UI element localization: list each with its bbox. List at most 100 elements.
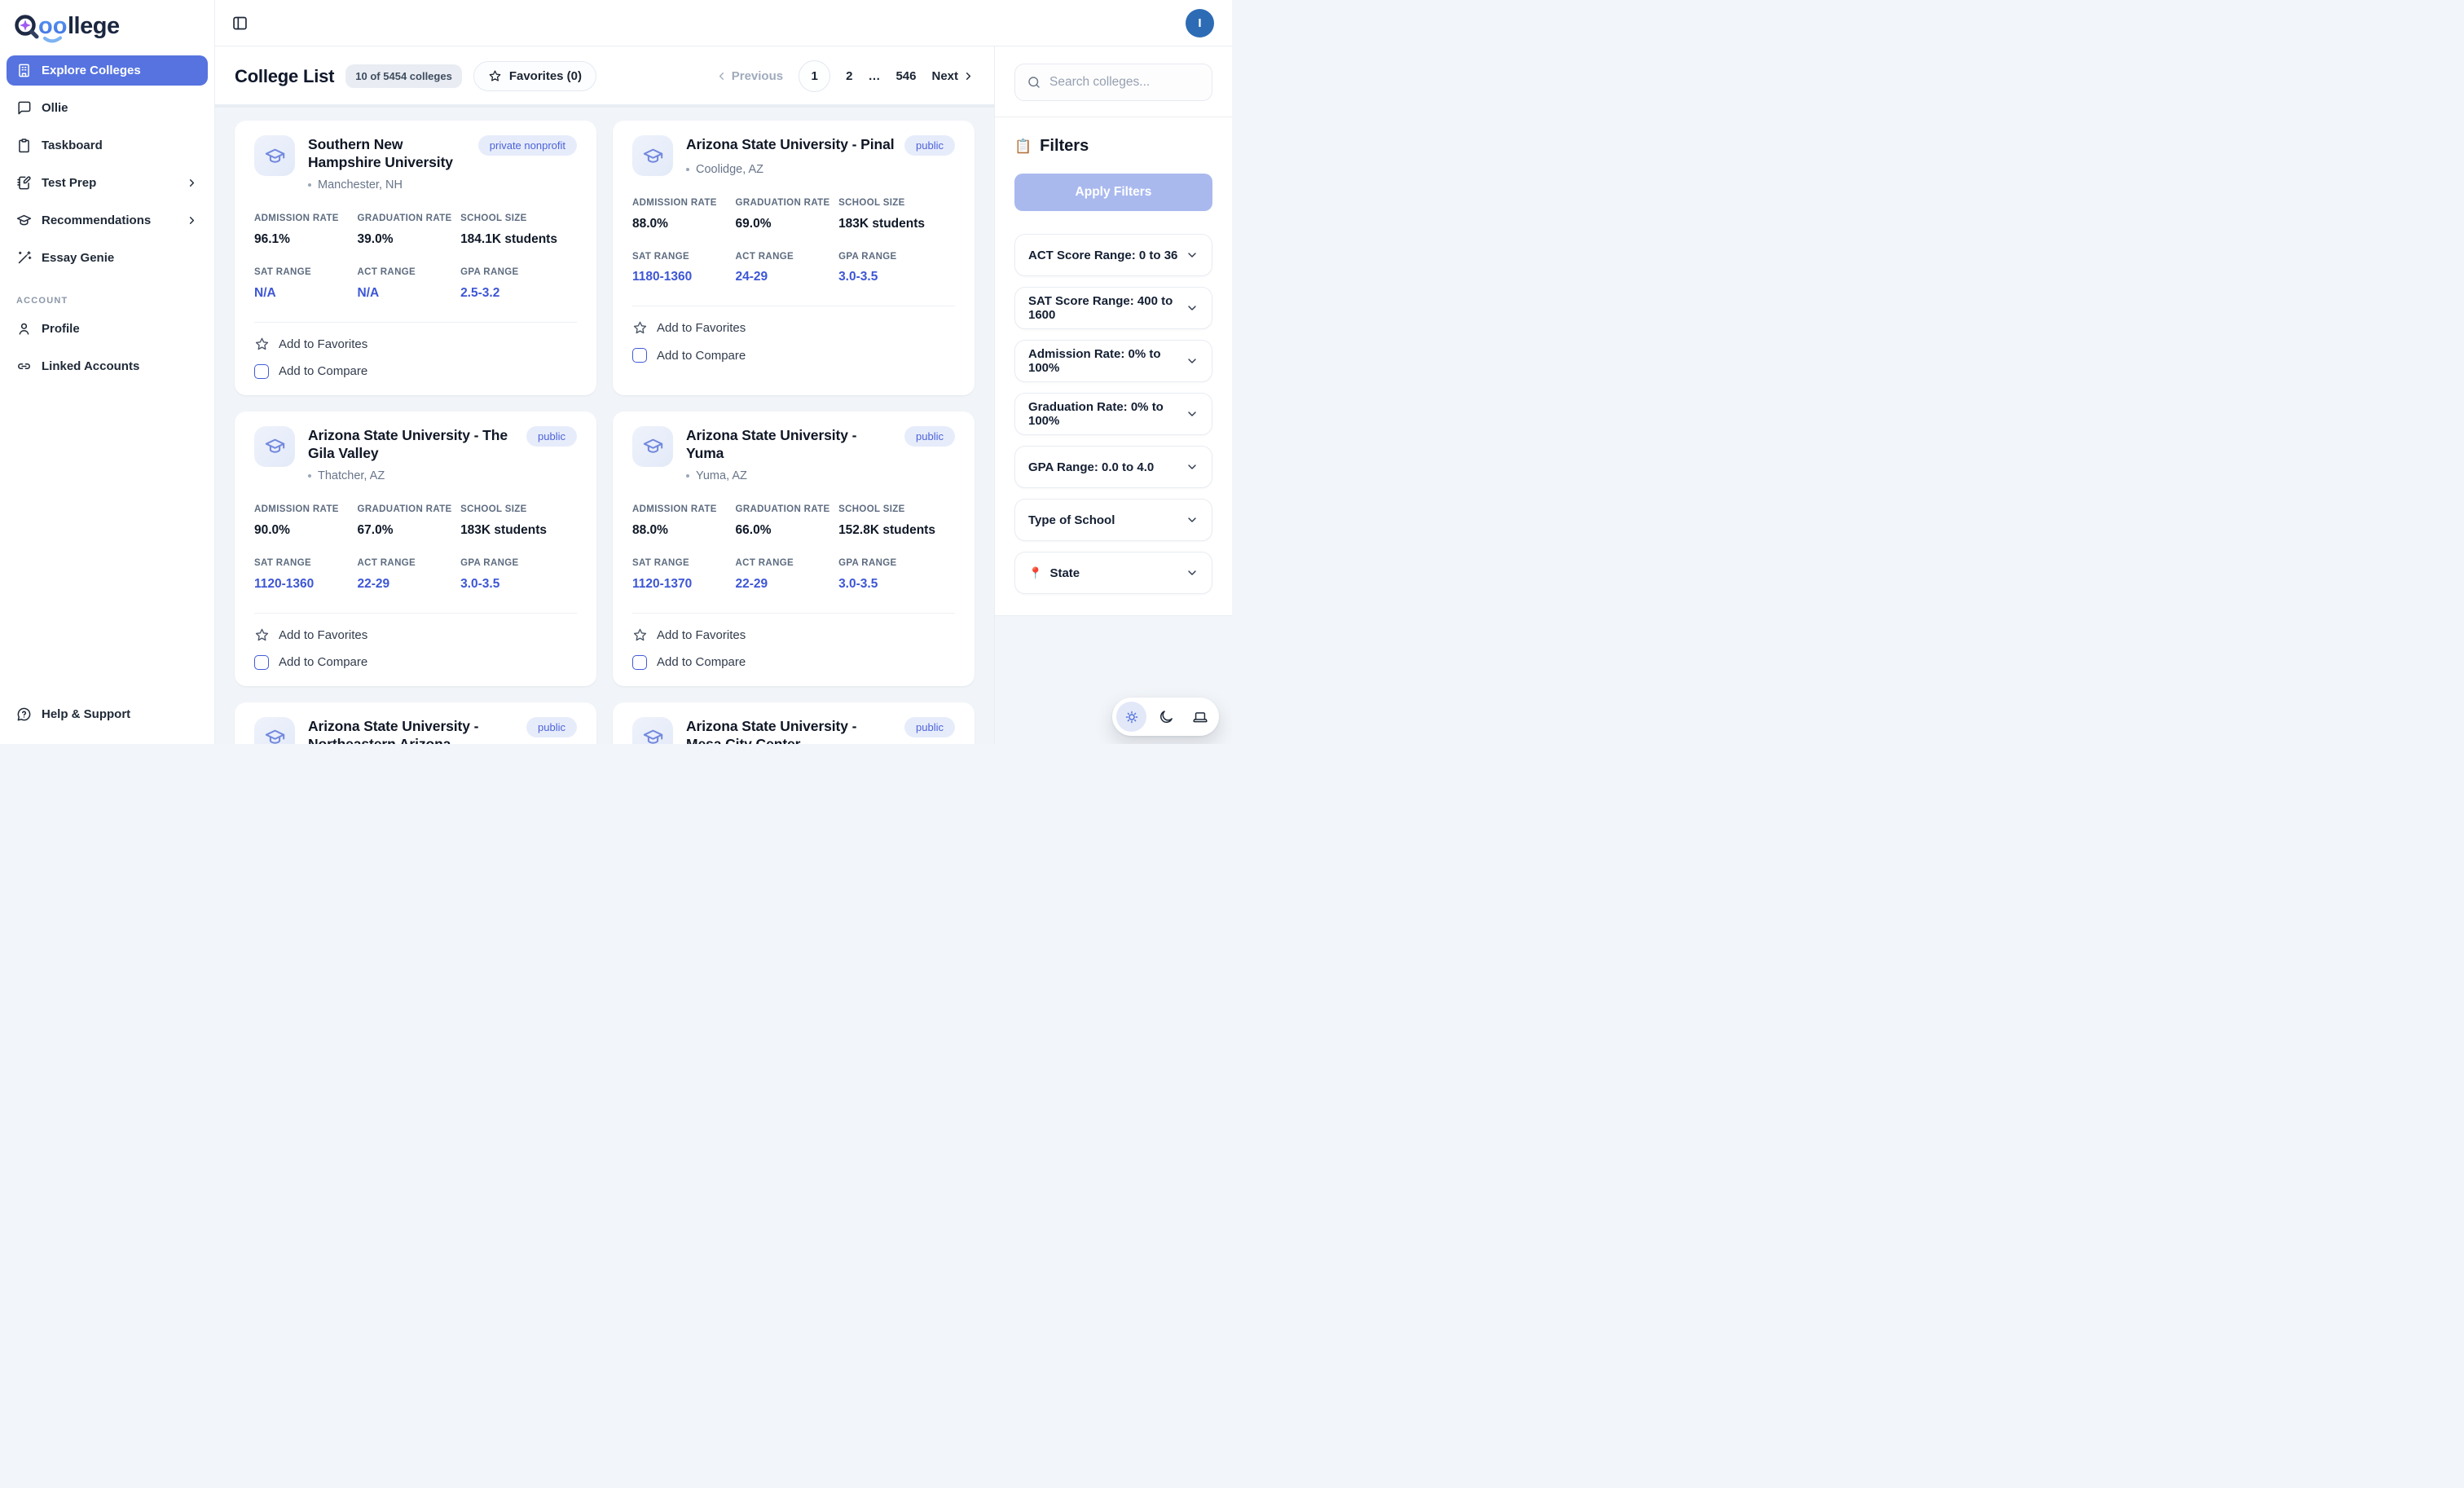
add-to-favorites-button[interactable]: Add to Favorites — [254, 627, 367, 643]
college-ranges-row: SAT RANGEN/A ACT RANGEN/A GPA RANGE2.5-3… — [254, 266, 577, 301]
add-to-favorites-button[interactable]: Add to Favorites — [632, 627, 746, 643]
college-cap-icon — [254, 426, 295, 467]
theme-toggle — [1112, 698, 1219, 736]
filter-label: Admission Rate: 0% to 100% — [1028, 347, 1186, 375]
filter-act-score-range[interactable]: ACT Score Range: 0 to 36 — [1014, 234, 1212, 276]
sidebar-item-explore-colleges[interactable]: Explore Colleges — [7, 55, 208, 86]
add-to-favorites-button[interactable]: Add to Favorites — [254, 337, 367, 352]
laptop-icon — [1192, 709, 1208, 725]
college-location-text: Yuma, AZ — [696, 469, 747, 482]
sidebar-item-ollie[interactable]: Ollie — [7, 93, 208, 123]
sidebar-item-label: Essay Genie — [42, 251, 114, 265]
chevron-down-icon — [1186, 513, 1199, 526]
star-icon — [632, 320, 648, 336]
star-icon — [254, 337, 270, 352]
college-type-badge: public — [904, 717, 955, 737]
sidebar-toggle-button[interactable] — [231, 15, 249, 32]
school-size-value: 183K students — [460, 523, 577, 538]
college-list-area: College List 10 of 5454 colleges Favorit… — [215, 46, 994, 744]
favorites-filter-button[interactable]: Favorites (0) — [473, 61, 596, 91]
college-name: Arizona State University - Yuma — [686, 426, 895, 462]
search-section — [995, 46, 1232, 117]
top-bar: I — [215, 0, 1232, 46]
add-to-favorites-label: Add to Favorites — [279, 628, 367, 642]
filter-graduation-rate[interactable]: Graduation Rate: 0% to 100% — [1014, 393, 1212, 435]
college-cap-icon — [632, 717, 673, 744]
add-to-compare-label: Add to Compare — [657, 655, 746, 669]
stat-label: GRADUATION RATE — [736, 503, 831, 517]
pagination-ellipsis: … — [868, 69, 880, 83]
college-ranges-row: SAT RANGE1180-1360 ACT RANGE24-29 GPA RA… — [632, 250, 955, 285]
sat-range-value: 1120-1370 — [632, 577, 728, 592]
filter-admission-rate[interactable]: Admission Rate: 0% to 100% — [1014, 340, 1212, 382]
chat-bubble-icon — [16, 100, 32, 116]
magic-wand-icon — [16, 250, 32, 266]
college-name: Arizona State University - Pinal — [686, 135, 895, 153]
add-to-compare-row[interactable]: Add to Compare — [632, 348, 955, 363]
pagination-last-page[interactable]: 546 — [895, 69, 916, 83]
filter-label: Graduation Rate: 0% to 100% — [1028, 400, 1186, 428]
compare-checkbox[interactable] — [632, 348, 647, 363]
filter-label: ACT Score Range: 0 to 36 — [1028, 249, 1177, 262]
stat-label: ADMISSION RATE — [632, 196, 728, 210]
pagination-page-2[interactable]: 2 — [846, 69, 852, 83]
college-location: Thatcher, AZ — [308, 469, 577, 482]
college-card: Arizona State University - Northeastern … — [235, 702, 596, 744]
compare-checkbox[interactable] — [632, 655, 647, 670]
add-to-compare-row[interactable]: Add to Compare — [632, 655, 955, 670]
filters-panel: 📋 Filters Apply Filters ACT Score Range:… — [994, 46, 1232, 744]
stat-label: ACT RANGE — [358, 557, 453, 570]
sidebar-item-label: Explore Colleges — [42, 64, 141, 77]
stat-label: GRADUATION RATE — [358, 212, 453, 226]
sun-icon — [1124, 709, 1140, 725]
search-box — [1014, 64, 1212, 101]
filter-label: State — [1049, 566, 1080, 580]
gpa-range-value: 3.0-3.5 — [838, 270, 955, 284]
stat-label: GPA RANGE — [838, 250, 955, 264]
theme-dark-button[interactable] — [1151, 702, 1181, 732]
help-support-button[interactable]: Help & Support — [7, 699, 208, 729]
theme-light-button[interactable] — [1116, 702, 1146, 732]
compare-checkbox[interactable] — [254, 655, 269, 670]
admission-rate-value: 88.0% — [632, 523, 728, 538]
pagination-next-button[interactable]: Next — [931, 69, 975, 83]
college-card: Arizona State University - Yuma public Y… — [613, 412, 975, 686]
graduation-rate-value: 67.0% — [358, 523, 453, 538]
search-colleges-input[interactable] — [1049, 75, 1200, 90]
filter-gpa-range[interactable]: GPA Range: 0.0 to 4.0 — [1014, 446, 1212, 488]
stat-label: SAT RANGE — [254, 557, 350, 570]
add-to-compare-row[interactable]: Add to Compare — [254, 655, 577, 670]
cards-scroll-area[interactable]: Southern New Hampshire University privat… — [215, 108, 994, 744]
chevron-down-icon — [1186, 460, 1199, 473]
sidebar-item-label: Test Prep — [42, 176, 96, 190]
add-to-compare-row[interactable]: Add to Compare — [254, 364, 577, 379]
filter-label: Type of School — [1028, 513, 1115, 527]
admission-rate-value: 90.0% — [254, 523, 350, 538]
apply-filters-button[interactable]: Apply Filters — [1014, 174, 1212, 211]
stat-label: GRADUATION RATE — [358, 503, 453, 517]
sidebar-item-test-prep[interactable]: Test Prep — [7, 168, 208, 198]
chevron-down-icon — [1186, 354, 1199, 368]
sidebar-nav: Explore Colleges Ollie Taskboard Test Pr… — [0, 55, 214, 273]
sidebar-item-recommendations[interactable]: Recommendations — [7, 205, 208, 236]
add-to-compare-label: Add to Compare — [279, 655, 367, 669]
sidebar-item-essay-genie[interactable]: Essay Genie — [7, 243, 208, 273]
stat-label: ADMISSION RATE — [254, 503, 350, 517]
compare-checkbox[interactable] — [254, 364, 269, 379]
theme-system-button[interactable] — [1185, 702, 1215, 732]
add-to-favorites-button[interactable]: Add to Favorites — [632, 320, 746, 336]
notebook-pen-icon — [16, 175, 32, 191]
pagination-page-1[interactable]: 1 — [799, 60, 830, 92]
filter-type-of-school[interactable]: Type of School — [1014, 499, 1212, 541]
sidebar-item-profile[interactable]: Profile — [7, 314, 208, 344]
sidebar-item-linked-accounts[interactable]: Linked Accounts — [7, 351, 208, 381]
filter-state[interactable]: 📍 State — [1014, 552, 1212, 594]
pagination-previous-button[interactable]: Previous — [715, 69, 783, 83]
filter-sat-score-range[interactable]: SAT Score Range: 400 to 1600 — [1014, 287, 1212, 329]
add-to-favorites-label: Add to Favorites — [657, 321, 746, 335]
college-count-badge: 10 of 5454 colleges — [345, 64, 462, 88]
user-avatar[interactable]: I — [1186, 9, 1214, 37]
college-type-badge: public — [526, 426, 577, 447]
sidebar-item-taskboard[interactable]: Taskboard — [7, 130, 208, 161]
college-location: Yuma, AZ — [686, 469, 955, 482]
